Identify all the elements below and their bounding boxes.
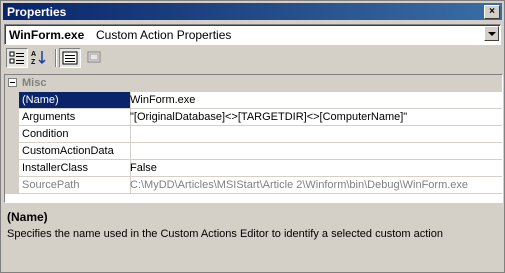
object-name: WinForm.exe xyxy=(9,28,85,42)
categorized-view-button[interactable] xyxy=(6,48,28,68)
description-pane: (Name) Specifies the name used in the Cu… xyxy=(4,205,499,265)
property-value[interactable]: WinForm.exe xyxy=(127,92,502,109)
row-gutter xyxy=(5,143,19,160)
property-value[interactable]: "[OriginalDatabase]<>[TARGETDIR]<>[Compu… xyxy=(127,109,502,126)
row-gutter xyxy=(5,160,19,177)
description-text: Specifies the name used in the Custom Ac… xyxy=(7,228,443,240)
property-value: C:\MyDD\Articles\MSIStart\Article 2\Winf… xyxy=(127,177,502,194)
category-label: Misc xyxy=(22,77,47,89)
property-row-installerclass[interactable]: InstallerClass False xyxy=(5,160,502,177)
property-grid: Misc (Name) WinForm.exe Arguments "[Orig… xyxy=(4,74,503,203)
property-name: InstallerClass xyxy=(19,160,131,177)
svg-text:Z: Z xyxy=(31,59,36,65)
row-gutter xyxy=(5,109,19,126)
property-name: Arguments xyxy=(19,109,131,126)
property-name: CustomActionData xyxy=(19,143,131,160)
property-name: (Name) xyxy=(19,92,131,109)
property-row-sourcepath[interactable]: SourcePath C:\MyDD\Articles\MSIStart\Art… xyxy=(5,177,502,194)
property-row-customactiondata[interactable]: CustomActionData xyxy=(5,143,502,160)
object-selector[interactable]: WinForm.exe Custom Action Properties xyxy=(4,24,501,45)
properties-window: Properties × WinForm.exe Custom Action P… xyxy=(0,0,505,273)
property-row-name[interactable]: (Name) WinForm.exe xyxy=(5,92,502,109)
row-gutter xyxy=(5,126,19,143)
window-title: Properties xyxy=(7,5,67,19)
row-gutter xyxy=(5,177,19,194)
property-pages-icon xyxy=(87,51,101,63)
description-splitter[interactable] xyxy=(4,202,501,204)
collapse-icon[interactable] xyxy=(8,78,17,87)
property-pages-button[interactable] xyxy=(84,48,106,68)
property-value[interactable] xyxy=(127,126,502,143)
properties-button[interactable] xyxy=(59,48,81,68)
category-row[interactable]: Misc xyxy=(5,75,502,92)
property-value[interactable] xyxy=(127,143,502,160)
properties-icon xyxy=(62,51,78,65)
property-value[interactable]: False xyxy=(127,160,502,177)
property-row-condition[interactable]: Condition xyxy=(5,126,502,143)
property-name: Condition xyxy=(19,126,131,143)
categorized-icon xyxy=(9,51,24,64)
toolbar: A Z xyxy=(4,47,499,71)
close-button[interactable]: × xyxy=(484,5,500,19)
svg-text:A: A xyxy=(31,51,36,58)
title-bar[interactable]: Properties × xyxy=(3,3,502,20)
description-title: (Name) xyxy=(7,210,48,224)
row-gutter xyxy=(5,92,19,109)
object-type: Custom Action Properties xyxy=(96,28,232,42)
sort-alphabetical-icon: A Z xyxy=(31,51,46,65)
alphabetical-view-button[interactable]: A Z xyxy=(29,48,51,68)
property-row-arguments[interactable]: Arguments "[OriginalDatabase]<>[TARGETDI… xyxy=(5,109,502,126)
property-name: SourcePath xyxy=(19,177,131,194)
chevron-down-icon[interactable] xyxy=(484,26,499,41)
toolbar-separator xyxy=(55,49,57,67)
